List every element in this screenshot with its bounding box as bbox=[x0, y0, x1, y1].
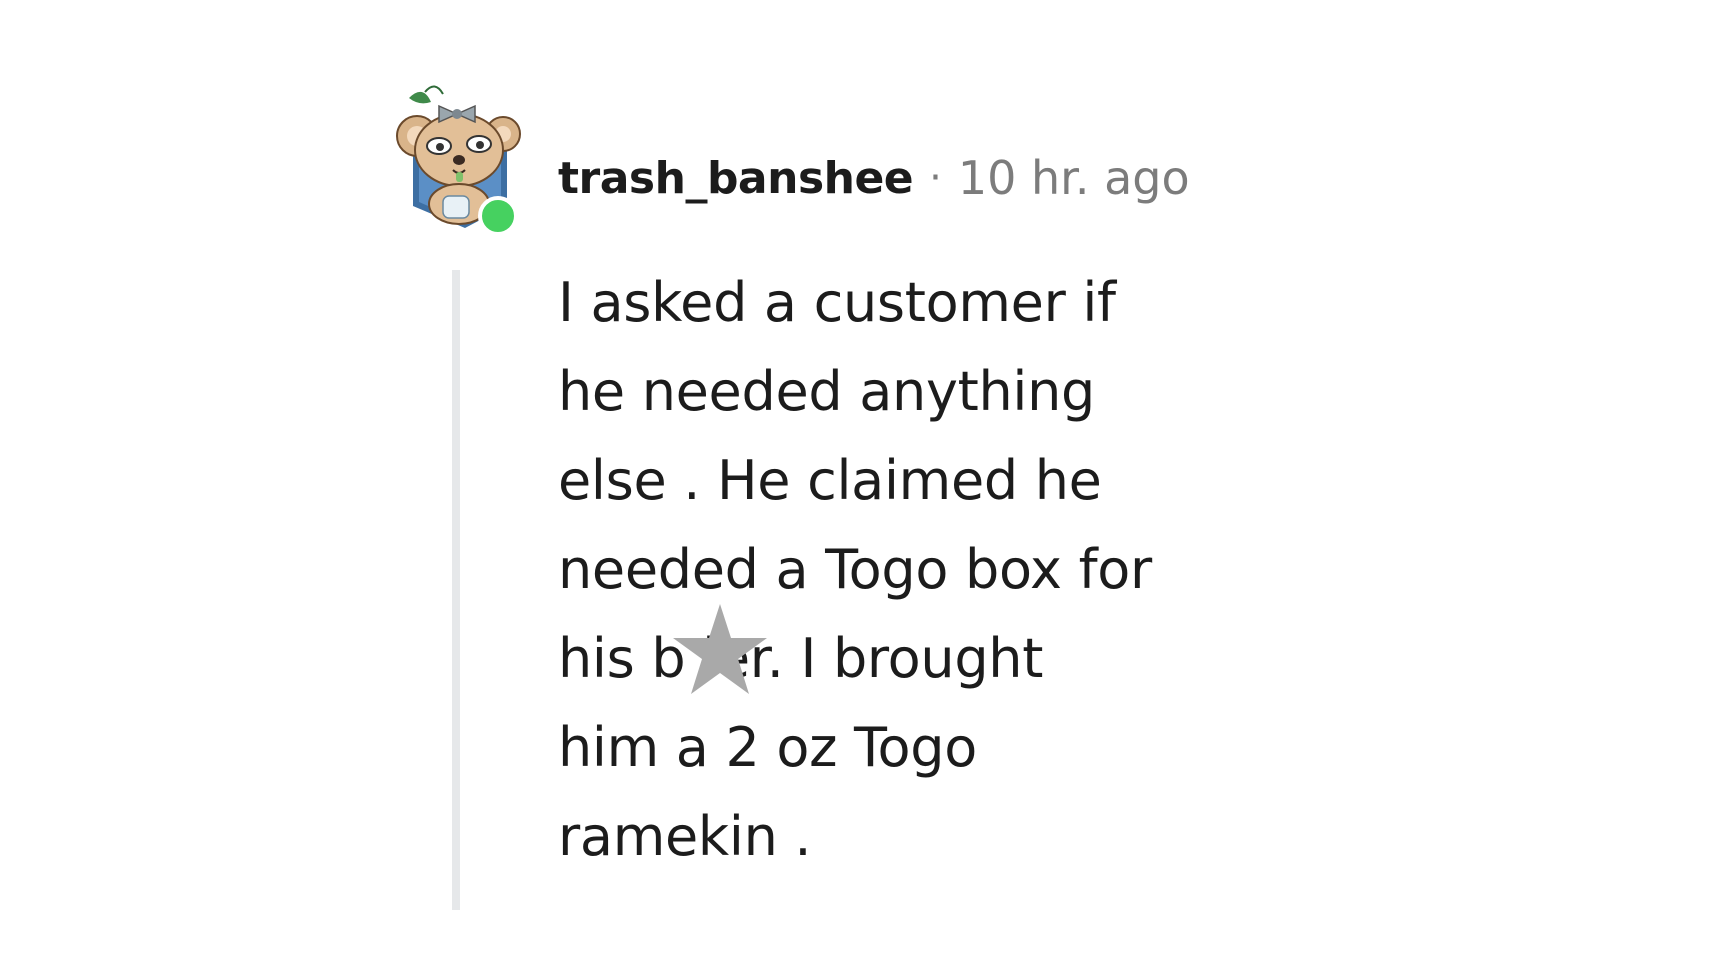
comment-body: I asked a customer if he needed anything… bbox=[558, 258, 1238, 881]
comment-text-line: I asked a customer if bbox=[558, 271, 1116, 334]
star-icon bbox=[670, 600, 770, 700]
online-status-indicator bbox=[478, 196, 518, 236]
meta-separator: · bbox=[929, 155, 942, 201]
comment-text-line: ramekin . bbox=[558, 805, 812, 868]
comment-text-line: his b ier. I brought bbox=[558, 627, 1044, 690]
comment-meta: trash_banshee · 10 hr. ago bbox=[558, 148, 1190, 208]
comment-text-line: he needed anything bbox=[558, 360, 1095, 423]
thread-line[interactable] bbox=[452, 270, 460, 910]
comment-text-line: else . He claimed he bbox=[558, 449, 1102, 512]
username-link[interactable]: trash_banshee bbox=[558, 153, 914, 204]
comment-text-line: needed a Togo box for bbox=[558, 538, 1152, 601]
comment-screen: trash_banshee · 10 hr. ago I asked a cus… bbox=[0, 0, 1734, 962]
comment-text-line: him a 2 oz Togo bbox=[558, 716, 977, 779]
comment-timestamp[interactable]: 10 hr. ago bbox=[958, 151, 1190, 205]
